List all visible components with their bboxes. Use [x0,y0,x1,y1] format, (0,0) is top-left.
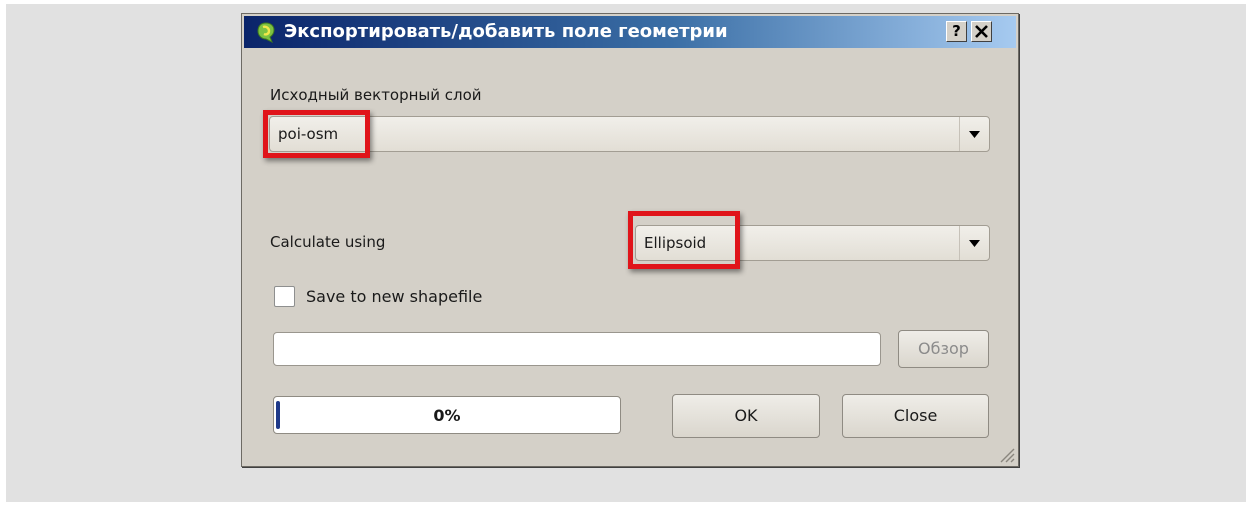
save-to-shapefile-checkbox[interactable] [274,286,295,307]
chevron-down-icon [969,240,980,247]
source-layer-combobox[interactable]: poi-osm [269,116,990,152]
browse-button[interactable]: Обзор [898,330,989,368]
export-geometry-dialog: Экспортировать/добавить поле геометрии ?… [241,13,1019,467]
help-button[interactable]: ? [946,21,967,42]
source-layer-label: Исходный векторный слой [270,86,482,104]
resize-grip-icon[interactable] [995,443,1015,463]
qgis-logo-icon [257,22,275,43]
dialog-title: Экспортировать/добавить поле геометрии [284,21,728,42]
highlight-calculate-using [628,211,740,269]
progress-text: 0% [433,406,461,425]
calculate-using-label: Calculate using [270,233,386,251]
ok-button[interactable]: OK [672,394,820,438]
source-layer-dropdown-arrow[interactable] [959,117,989,151]
output-path-input[interactable] [273,332,881,366]
save-to-shapefile-label[interactable]: Save to new shapefile [306,287,482,306]
chevron-down-icon [969,131,980,138]
dialog-titlebar[interactable]: Экспортировать/добавить поле геометрии ? [244,16,1016,48]
close-button[interactable]: Close [842,394,989,438]
close-icon [975,25,988,38]
highlight-source-layer [263,110,370,158]
progress-bar: 0% [273,396,621,434]
calculate-using-dropdown-arrow[interactable] [959,226,989,260]
close-window-button[interactable] [971,21,992,42]
